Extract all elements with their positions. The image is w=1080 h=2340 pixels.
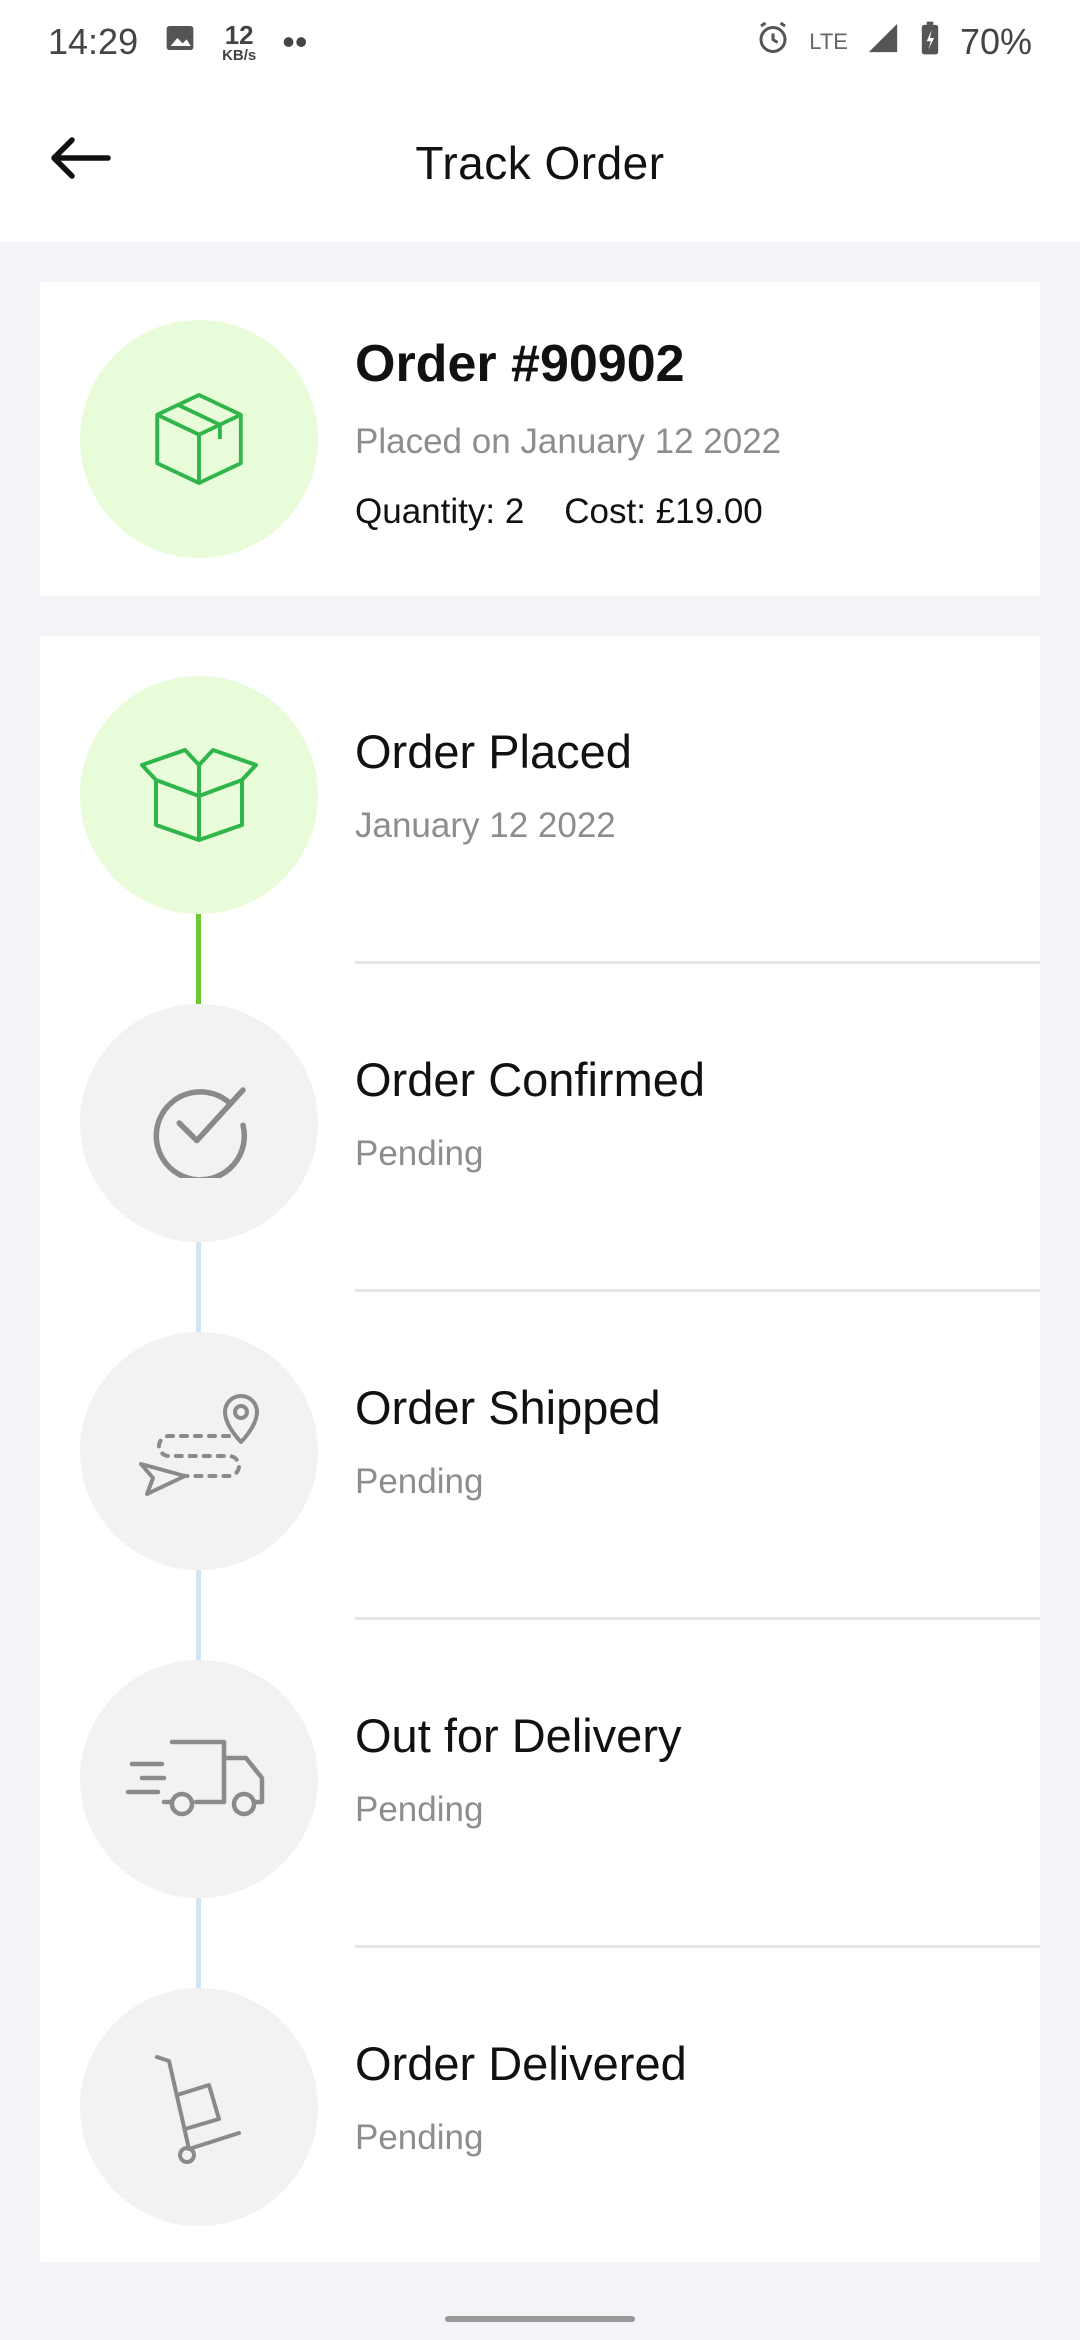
order-number: Order #90902	[355, 335, 685, 393]
page-title: Track Order	[415, 137, 665, 189]
open-box-icon	[140, 748, 258, 842]
gallery-notification-icon	[164, 21, 196, 63]
tracking-timeline: Order Placed January 12 2022 Order Confi…	[40, 636, 1040, 2262]
step-out-for-delivery: Out for Delivery Pending	[40, 1620, 1040, 1948]
route-pin-icon	[139, 1394, 259, 1496]
quantity: Quantity: 2	[355, 492, 524, 532]
step-status: Pending	[355, 1462, 484, 1501]
step-date: January 12 2022	[355, 806, 616, 845]
step-status: Pending	[355, 1790, 484, 1829]
step-order-shipped: Order Shipped Pending	[40, 1292, 1040, 1620]
step-title: Out for Delivery	[355, 1709, 682, 1762]
net-speed-value: 12	[224, 19, 254, 50]
alarm-icon	[755, 20, 791, 65]
more-notifications-icon: ••	[282, 21, 308, 62]
order-meta: Quantity: 2 Cost: £19.00	[355, 492, 763, 532]
signal-icon	[866, 21, 900, 64]
back-button[interactable]	[40, 122, 120, 194]
step-icon-badge	[80, 1332, 318, 1570]
step-title: Order Shipped	[355, 1381, 661, 1434]
status-time: 14:29	[48, 21, 139, 62]
status-bar: 14:29 12 KB/s •• LTE 70%	[0, 0, 1080, 84]
cost-label: Cost:	[564, 492, 646, 531]
quantity-value: 2	[504, 492, 525, 531]
step-icon-badge	[80, 676, 318, 914]
arrow-left-icon	[51, 137, 111, 179]
order-icon-badge	[80, 320, 318, 558]
battery-percent: 70%	[959, 21, 1032, 62]
check-circle-icon	[153, 1087, 248, 1178]
step-order-delivered: Order Delivered Pending	[40, 1948, 1040, 2276]
delivery-truck-icon	[125, 1739, 265, 1817]
step-icon-badge	[80, 1004, 318, 1242]
step-icon-badge	[80, 1988, 318, 2226]
step-status: Pending	[355, 2118, 484, 2157]
app-bar: Track Order	[0, 84, 1080, 242]
quantity-label: Quantity:	[355, 492, 496, 531]
order-placed-date: Placed on January 12 2022	[355, 422, 782, 461]
hand-truck-icon	[155, 2055, 241, 2164]
step-order-confirmed: Order Confirmed Pending	[40, 964, 1040, 1292]
order-summary-card: Order #90902 Placed on January 12 2022 Q…	[40, 282, 1040, 596]
home-indicator[interactable]	[445, 2316, 635, 2322]
step-title: Order Confirmed	[355, 1053, 705, 1106]
battery-icon	[918, 20, 942, 65]
step-icon-badge	[80, 1660, 318, 1898]
net-speed: 12 KB/s	[222, 22, 256, 63]
step-order-placed: Order Placed January 12 2022	[40, 636, 1040, 964]
package-icon	[155, 393, 243, 485]
cost: Cost: £19.00	[564, 492, 763, 532]
step-title: Order Delivered	[355, 2037, 687, 2090]
cost-value: £19.00	[655, 492, 763, 531]
net-speed-unit: KB/s	[222, 46, 257, 64]
step-title: Order Placed	[355, 725, 632, 778]
step-status: Pending	[355, 1134, 484, 1173]
network-type: LTE	[809, 29, 848, 54]
